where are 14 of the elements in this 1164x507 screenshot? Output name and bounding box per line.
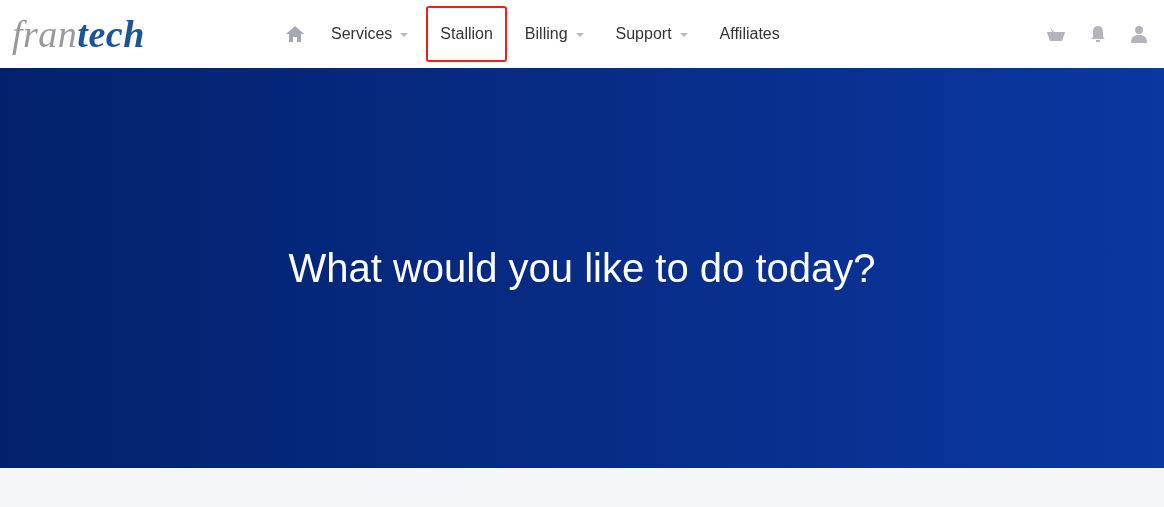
user-icon[interactable] [1130, 25, 1148, 43]
nav-link[interactable]: Affiliates [705, 12, 794, 56]
nav-link[interactable]: Services [317, 12, 423, 56]
bell-icon[interactable] [1090, 25, 1106, 43]
caret-icon [400, 32, 409, 37]
basket-icon[interactable] [1046, 26, 1066, 42]
caret-icon [575, 32, 584, 37]
caret-icon [679, 32, 688, 37]
logo[interactable]: frantech [12, 12, 145, 55]
nav-link[interactable]: Support [601, 12, 702, 56]
nav-link[interactable]: Billing [510, 12, 598, 56]
hero-heading: What would you like to do today? [288, 245, 876, 292]
home-icon[interactable] [285, 25, 305, 43]
nav-link[interactable]: Stallion [426, 6, 507, 62]
